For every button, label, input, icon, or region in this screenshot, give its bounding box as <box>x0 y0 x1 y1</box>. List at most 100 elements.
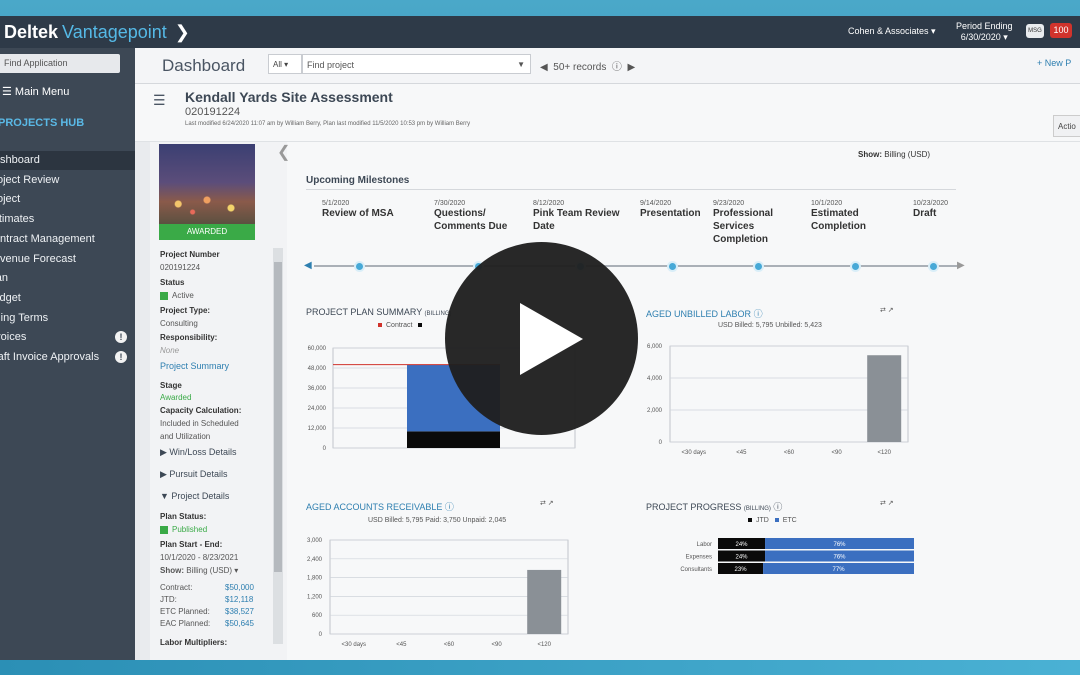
milestone-item: 10/1/2020 Estimated Completion <box>811 200 906 233</box>
info-icon: ⓘ <box>444 502 454 512</box>
y-tick-label: 0 <box>319 632 323 638</box>
brand-logo[interactable]: Deltek Vantagepoint <box>4 22 167 43</box>
aged-ar-title: AGED ACCOUNTS RECEIVABLE ⓘ <box>306 502 454 512</box>
scrollbar-thumb[interactable] <box>274 262 282 572</box>
alert-icon: ! <box>115 351 127 363</box>
contract-value[interactable]: $50,000 <box>225 583 254 592</box>
sidebar-item-contract-management[interactable]: Contract Management <box>0 230 135 249</box>
responsibility-label: Responsibility: <box>160 333 218 342</box>
chart-tools-icon[interactable]: ⇄ ↗ <box>880 306 894 314</box>
sidebar-item-label: Invoices <box>0 331 27 344</box>
sidebar-item-plan[interactable]: Plan <box>0 269 135 288</box>
projects-hub-heading: PROJECTS HUB <box>0 117 85 129</box>
project-details-toggle[interactable]: ▼ Project Details <box>160 491 229 501</box>
eac-value[interactable]: $50,645 <box>225 619 254 628</box>
sidebar-item-project[interactable]: Project <box>0 190 135 209</box>
jtd-value-label: 24% <box>736 555 749 561</box>
sidebar-item-revenue-forecast[interactable]: Revenue Forecast <box>0 250 135 269</box>
collapse-chevron-icon[interactable]: ❮ <box>277 142 290 162</box>
sidebar-item-label: Estimates <box>0 213 35 226</box>
milestones-divider <box>306 189 956 190</box>
sidebar-item-billing-terms[interactable]: Billing Terms <box>0 309 135 328</box>
show-selector[interactable]: Show: Billing (USD) ▾ <box>160 566 238 575</box>
timeline-marker[interactable] <box>667 261 678 272</box>
responsibility-value: None <box>160 346 180 355</box>
x-tick-label: <90 <box>832 450 843 456</box>
project-summary-link[interactable]: Project Summary <box>160 361 229 371</box>
sidebar-item-dashboard[interactable]: Dashboard <box>0 151 135 170</box>
capacity-value: Included in Scheduled <box>160 419 239 428</box>
notification-badge[interactable]: 100 <box>1050 23 1072 38</box>
plan-status-label: Plan Status: <box>160 512 207 521</box>
main-show-selector[interactable]: Show: Billing (USD) <box>858 150 930 159</box>
milestone-date: 5/1/2020 <box>322 200 350 207</box>
timeline-next-icon[interactable]: ▶ <box>957 260 965 271</box>
sidebar-item-label: Plan <box>0 272 9 285</box>
new-project-button[interactable]: + New P <box>1037 58 1071 68</box>
period-selector[interactable]: Period Ending 6/30/2020 ▾ <box>956 21 1013 43</box>
timeline-marker[interactable] <box>928 261 939 272</box>
record-pager[interactable]: ◀ 50+ records ⓘ ▶ <box>540 58 635 73</box>
x-tick-label: <120 <box>877 450 891 456</box>
milestone-date: 8/12/2020 <box>533 200 565 207</box>
y-tick-label: 12,000 <box>308 426 327 432</box>
y-tick-label: 60,000 <box>308 346 327 352</box>
prev-record-icon[interactable]: ◀ <box>540 62 548 73</box>
jtd-value[interactable]: $12,118 <box>225 595 253 604</box>
timeline-marker[interactable] <box>753 261 764 272</box>
milestone-name: Draft <box>913 208 937 219</box>
next-record-icon[interactable]: ▶ <box>627 62 635 73</box>
message-icon[interactable]: MSG <box>1026 24 1044 38</box>
info-icon[interactable]: ⓘ <box>612 62 622 73</box>
plan-status-value: Published <box>160 525 207 534</box>
win-loss-toggle[interactable]: ▶ Win/Loss Details <box>160 447 236 458</box>
company-selector[interactable]: Cohen & Associates ▾ <box>848 26 936 37</box>
stage-label: Stage <box>160 381 182 390</box>
find-application-input[interactable]: Find Application <box>0 54 120 73</box>
timeline-prev-icon[interactable]: ◀ <box>304 260 312 271</box>
chart-tools-icon[interactable]: ⇄ ↗ <box>540 499 554 507</box>
pursuit-toggle[interactable]: ▶ Pursuit Details <box>160 469 227 480</box>
sidebar-item-estimates[interactable]: Estimates <box>0 210 135 229</box>
milestone-date: 7/30/2020 <box>434 200 466 207</box>
filter-dropdown[interactable]: All ▾ <box>268 54 302 74</box>
etc-value[interactable]: $38,527 <box>225 607 254 616</box>
sidebar-item-budget[interactable]: Budget <box>0 289 135 308</box>
plan-dates-label: Plan Start - End: <box>160 540 223 549</box>
jtd-value-label: 24% <box>736 542 749 548</box>
list-icon[interactable]: ☰ <box>153 92 166 109</box>
plan-summary-title: PROJECT PLAN SUMMARY (BILLING) <box>306 307 452 317</box>
main-menu-link[interactable]: ☰ Main Menu <box>2 85 69 98</box>
chart-tools-icon[interactable]: ⇄ ↗ <box>880 499 894 507</box>
y-tick-label: 0 <box>659 440 663 446</box>
chevron-down-icon[interactable]: ▼ <box>517 60 525 69</box>
info-icon: ⓘ <box>753 309 763 319</box>
project-header: ☰ Kendall Yards Site Assessment 02019122… <box>135 84 1080 142</box>
timeline-marker[interactable] <box>354 261 365 272</box>
y-tick-label: 0 <box>323 446 327 452</box>
x-tick-label: <60 <box>784 450 795 456</box>
awarded-badge: AWARDED <box>159 224 255 240</box>
y-tick-label: 36,000 <box>308 386 327 392</box>
jtd-value-label: 23% <box>735 567 748 573</box>
actions-button[interactable]: Actio <box>1053 115 1080 137</box>
milestones-title: Upcoming Milestones <box>306 175 410 186</box>
category-label: Expenses <box>686 555 712 561</box>
x-tick-label: <30 days <box>682 450 707 456</box>
alert-icon: ! <box>115 331 127 344</box>
milestone-item: 9/23/2020 Professional Services Completio… <box>713 200 808 246</box>
eac-label: EAC Planned: <box>160 619 211 628</box>
dashboard-header: Dashboard All ▾ Find project ▼ ◀ 50+ reco… <box>135 48 1080 84</box>
sidebar-item-project-review[interactable]: Project Review <box>0 171 135 190</box>
status-icon <box>160 291 168 300</box>
timeline-marker[interactable] <box>850 261 861 272</box>
chevron-right-icon[interactable]: ❯ <box>175 22 190 43</box>
sidebar-item-label: Draft Invoice Approvals <box>0 351 100 363</box>
progress-legend: JTD ETC <box>748 517 797 524</box>
sidebar-item-label: Budget <box>0 291 21 304</box>
sidebar-item-draft-invoice-approvals[interactable]: Draft Invoice Approvals! <box>0 348 135 367</box>
capacity-value-2: and Utilization <box>160 432 211 441</box>
sidebar-item-invoices[interactable]: Invoices! <box>0 328 135 347</box>
find-project-input[interactable]: Find project ▼ <box>302 54 531 74</box>
play-icon[interactable] <box>520 303 583 375</box>
